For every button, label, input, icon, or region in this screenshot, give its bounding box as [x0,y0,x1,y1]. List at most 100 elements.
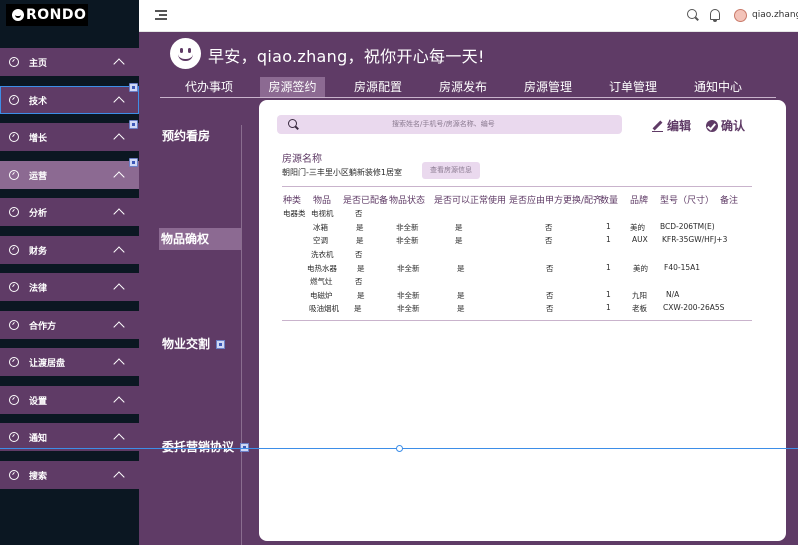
sidebar-item-label: 搜索 [29,471,48,482]
chevron-up-icon [113,433,125,445]
table-cell: 美的 [633,264,648,273]
table-cell: 1 [606,290,611,299]
sidebar-item-label: 通知 [29,433,48,444]
table-cell: 否 [545,223,553,232]
confirm-button[interactable]: 确认 [706,117,745,134]
table-cell: 吸油烟机 [309,304,339,313]
table-cell: 是 [356,223,364,232]
table-cell: 九阳 [632,291,647,300]
table-cell: 电视机 [311,209,334,218]
table-cell: 非全新 [397,304,420,313]
tab-config[interactable]: 房源配置 [350,77,406,97]
table-cell: 否 [545,236,553,245]
table-header: 型号（尺寸） [660,196,715,206]
table-cell: 1 [606,222,611,231]
search-placeholder: 搜索姓名/手机号/房源名称、编号 [392,120,495,128]
table-cell: 电磁炉 [310,291,333,300]
sidebar-item-search[interactable]: 搜索 [0,461,139,489]
table-header: 是否已配备 [343,196,389,206]
step-item-confirm[interactable]: 物品确权 [159,228,241,250]
search-icon [288,119,298,129]
edit-button[interactable]: 编辑 [652,117,691,134]
table-cell: CXW-200-26A5S [663,303,725,312]
table-cell: 否 [355,209,363,218]
tab-manage[interactable]: 房源管理 [520,77,576,97]
table-cell: 非全新 [396,223,419,232]
sidebar-item-notifications[interactable]: 通知 [0,423,139,451]
tab-publish[interactable]: 房源发布 [435,77,491,97]
greeting-text: 早安，qiao.zhang，祝你开心每一天! [208,47,485,66]
tabs-underline [160,97,776,98]
avatar[interactable] [734,9,747,22]
dashboard-icon [9,132,19,142]
sidebar-item-partners[interactable]: 合作方 [0,311,139,339]
property-value: 朝阳门-三丰里小区躺新装修1居室 [282,168,402,177]
sidebar-item-settings[interactable]: 设置 [0,386,139,414]
dashboard-icon [9,207,19,217]
steps-divider [241,125,242,545]
table-cell: 电热水器 [307,264,337,273]
username[interactable]: qiao.zhang [752,10,798,20]
logo-text: RONDO [26,7,87,23]
table-cell: 是 [357,291,365,300]
comment-marker-icon[interactable] [129,158,138,167]
tab-todo[interactable]: 代办事项 [181,77,237,97]
table-cell: 否 [546,264,554,273]
guide-handle[interactable] [396,445,403,452]
menu-collapse-icon[interactable] [155,10,167,20]
sidebar-item-label: 技术 [29,96,48,107]
sidebar-item-label: 财务 [29,246,48,257]
divider [282,186,752,187]
sidebar-item-operations[interactable]: 运营 [0,158,139,189]
bell-icon[interactable] [710,9,720,22]
edit-label: 编辑 [667,119,692,133]
dashboard-icon [9,470,19,480]
sidebar-item-legal[interactable]: 法律 [0,273,139,301]
pencil-icon [652,120,664,132]
tab-notice-center[interactable]: 通知中心 [690,77,746,97]
table-header: 备注 [720,196,739,206]
dashboard-icon [9,57,19,67]
table-cell: 燃气灶 [310,277,333,286]
table-cell: 是 [354,304,362,313]
table-cell: BCD-206TM(E) [660,222,715,231]
comment-marker-icon[interactable] [216,340,226,349]
sidebar-item-label: 分析 [29,208,48,219]
chevron-up-icon [113,96,125,108]
sidebar-item-finance[interactable]: 财务 [0,236,139,264]
search-input[interactable]: 搜索姓名/手机号/房源名称、编号 [277,115,622,134]
rondo-logo[interactable]: RONDO [6,4,88,26]
table-cell: N/A [666,290,680,299]
table-header: 物品 [313,196,332,206]
tab-signing[interactable]: 房源签约 [260,77,325,97]
table-cell: F40-15A1 [664,263,701,272]
chevron-up-icon [113,208,125,220]
chevron-up-icon [113,133,125,145]
sidebar-item-tech[interactable]: 技术 [0,83,139,114]
dashboard-icon [9,282,19,292]
sidebar-item-analytics[interactable]: 分析 [0,198,139,226]
step-viewing[interactable]: 预约看房 [162,127,210,144]
step-marketing-agreement[interactable]: 委托营销协议 [162,438,250,455]
chevron-up-icon [113,283,125,295]
top-bar: qiao.zhang [139,0,798,32]
comment-marker-icon[interactable] [129,120,138,129]
sidebar-item-label: 主页 [29,58,48,69]
table-cell: 1 [606,235,611,244]
step-handover[interactable]: 物业交割 [162,335,226,352]
table-cell: 是 [455,223,463,232]
table-cell: 电器类 [283,209,306,218]
sidebar-item-growth[interactable]: 增长 [0,120,139,151]
view-property-button[interactable]: 查看房源信息 [422,162,480,179]
comment-marker-icon[interactable] [129,83,138,92]
table-cell: 否 [546,304,554,313]
sidebar-item-transfer[interactable]: 让渡居盘 [0,348,139,376]
sidebar: RONDO 主页 技术 增长 运营 分析 财务 法律 合作方 让渡居盘 设置 通… [0,0,139,545]
search-icon[interactable] [687,9,699,21]
table-cell: 是 [455,236,463,245]
dashboard-icon [9,432,19,442]
sidebar-item-home[interactable]: 主页 [0,48,139,76]
tab-orders[interactable]: 订单管理 [605,77,661,97]
sidebar-item-label: 让渡居盘 [29,358,66,369]
chevron-up-icon [113,471,125,483]
